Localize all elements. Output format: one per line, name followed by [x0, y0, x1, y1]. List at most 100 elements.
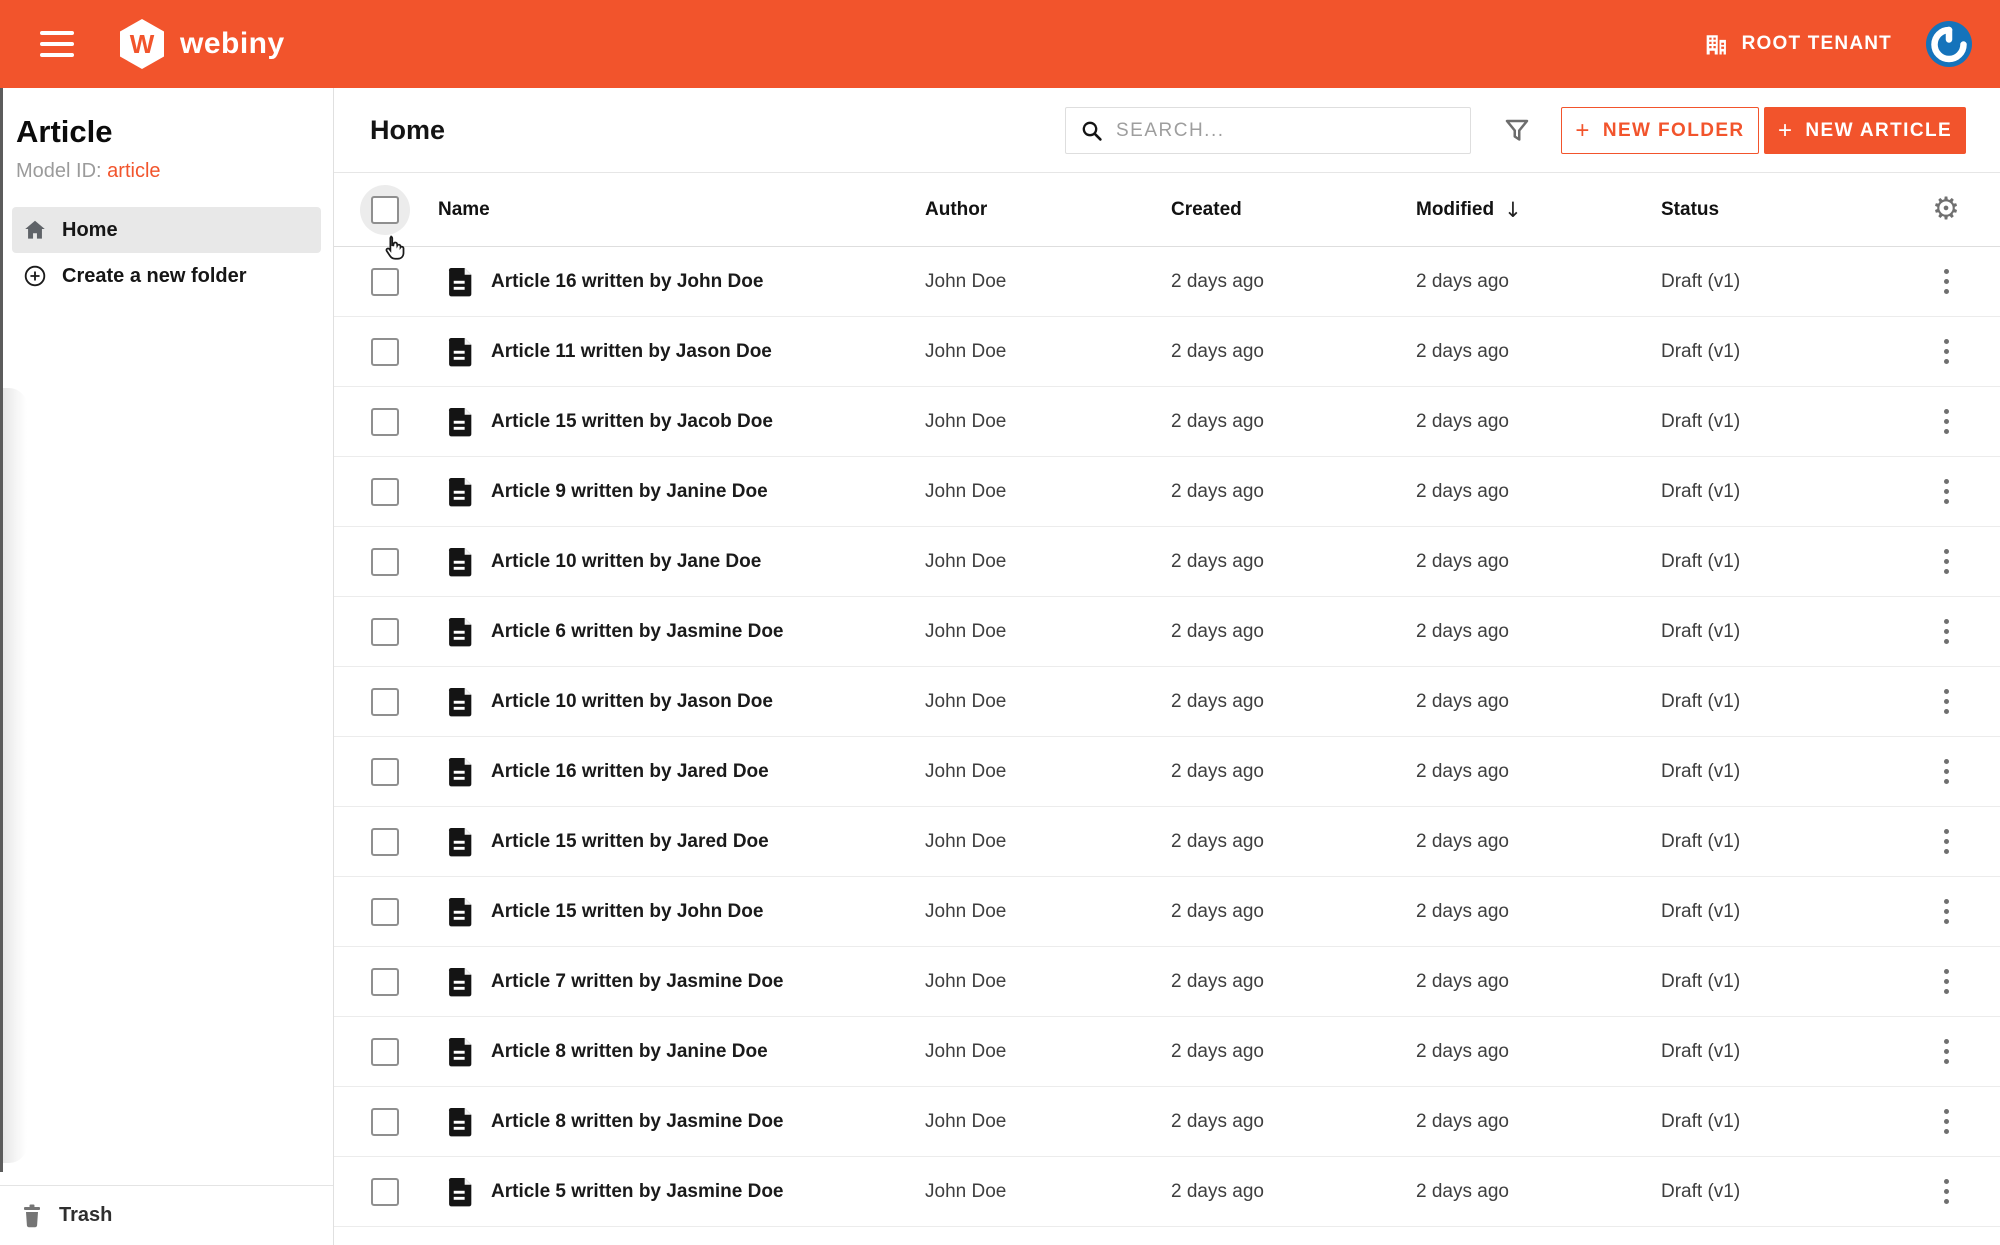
row-options-menu-button[interactable]	[1926, 262, 1966, 302]
user-avatar[interactable]	[1924, 19, 1974, 69]
hamburger-menu-icon[interactable]	[40, 31, 74, 57]
row-options-menu-button[interactable]	[1926, 752, 1966, 792]
entry-status: Draft (v1)	[1661, 760, 1741, 782]
new-folder-button[interactable]: + NEW FOLDER	[1561, 107, 1759, 154]
entry-author: John Doe	[925, 620, 1007, 642]
document-icon	[448, 757, 472, 786]
row-options-menu-button[interactable]	[1926, 1102, 1966, 1142]
row-options-menu-button[interactable]	[1926, 332, 1966, 372]
tenant-selector[interactable]: ROOT TENANT	[1702, 30, 1892, 58]
filter-button[interactable]	[1494, 108, 1540, 154]
entry-title: Article 10 written by Jane Doe	[491, 550, 762, 572]
entry-created: 2 days ago	[1171, 480, 1264, 502]
table-row[interactable]: Article 16 written by John Doe John Doe …	[334, 247, 2000, 317]
column-header-modified[interactable]: Modified ↓	[1414, 198, 1659, 222]
entry-modified: 2 days ago	[1416, 1040, 1509, 1062]
row-checkbox[interactable]	[371, 687, 399, 716]
row-options-menu-button[interactable]	[1926, 1172, 1966, 1212]
plus-icon: +	[1777, 116, 1794, 144]
plus-icon: +	[1575, 116, 1591, 144]
row-options-menu-button[interactable]	[1926, 402, 1966, 442]
sidebar-item-create-folder[interactable]: Create a new folder	[12, 253, 321, 299]
table-body: Article 16 written by John Doe John Doe …	[334, 247, 2000, 1227]
row-options-menu-button[interactable]	[1926, 542, 1966, 582]
table-settings-cell: ⚙	[1892, 194, 2000, 225]
row-options-menu-button[interactable]	[1926, 962, 1966, 1002]
search-input[interactable]	[1116, 119, 1456, 142]
model-id: Model ID: article	[16, 160, 317, 183]
folder-tree: Home Create a new folder	[0, 207, 333, 299]
row-options-menu-button[interactable]	[1926, 472, 1966, 512]
content-area: Home + NEW FOLDER	[334, 88, 2000, 1245]
row-checkbox[interactable]	[371, 757, 399, 786]
table-row[interactable]: Article 15 written by Jacob Doe John Doe…	[334, 387, 2000, 457]
new-article-button[interactable]: + NEW ARTICLE	[1764, 107, 1966, 154]
table-row[interactable]: Article 10 written by Jane Doe John Doe …	[334, 527, 2000, 597]
row-options-menu-button[interactable]	[1926, 612, 1966, 652]
entry-author: John Doe	[925, 1180, 1007, 1202]
table-row[interactable]: Article 15 written by Jared Doe John Doe…	[334, 807, 2000, 877]
row-checkbox[interactable]	[371, 407, 399, 436]
table-row[interactable]: Article 8 written by Jasmine Doe John Do…	[334, 1087, 2000, 1157]
search-box	[1065, 107, 1471, 154]
table-row[interactable]: Article 9 written by Janine Doe John Doe…	[334, 457, 2000, 527]
column-header-status[interactable]: Status	[1659, 199, 1892, 221]
entry-modified: 2 days ago	[1416, 1180, 1509, 1202]
table-row[interactable]: Article 11 written by Jason Doe John Doe…	[334, 317, 2000, 387]
row-checkbox[interactable]	[371, 267, 399, 296]
app-bar: W webiny ROOT TENANT	[0, 0, 2000, 88]
entry-created: 2 days ago	[1171, 410, 1264, 432]
page-title: Home	[370, 115, 446, 145]
entry-author: John Doe	[925, 830, 1007, 852]
row-checkbox[interactable]	[371, 967, 399, 996]
table-row[interactable]: Article 8 written by Janine Doe John Doe…	[334, 1017, 2000, 1087]
webiny-logo[interactable]: W webiny	[116, 16, 285, 72]
table-settings-gear-icon[interactable]: ⚙	[1932, 194, 1960, 225]
table-row[interactable]: Article 6 written by Jasmine Doe John Do…	[334, 597, 2000, 667]
row-checkbox[interactable]	[371, 477, 399, 506]
column-header-created[interactable]: Created	[1169, 199, 1414, 221]
row-checkbox[interactable]	[371, 897, 399, 926]
document-icon	[448, 267, 472, 296]
row-checkbox[interactable]	[371, 827, 399, 856]
select-all-checkbox[interactable]	[371, 195, 399, 224]
table-row[interactable]: Article 7 written by Jasmine Doe John Do…	[334, 947, 2000, 1017]
entry-title: Article 15 written by Jacob Doe	[491, 410, 773, 432]
row-checkbox[interactable]	[371, 547, 399, 576]
entry-modified: 2 days ago	[1416, 620, 1509, 642]
row-options-menu-button[interactable]	[1926, 682, 1966, 722]
table-row[interactable]: Article 16 written by Jared Doe John Doe…	[334, 737, 2000, 807]
table-row[interactable]: Article 15 written by John Doe John Doe …	[334, 877, 2000, 947]
column-header-author[interactable]: Author	[923, 199, 1169, 221]
entry-modified: 2 days ago	[1416, 550, 1509, 572]
new-folder-label: NEW FOLDER	[1602, 119, 1745, 141]
mouse-cursor-pointer	[385, 235, 405, 260]
entry-status: Draft (v1)	[1661, 900, 1741, 922]
row-checkbox[interactable]	[371, 337, 399, 366]
entry-modified: 2 days ago	[1416, 830, 1509, 852]
row-checkbox[interactable]	[371, 617, 399, 646]
row-checkbox[interactable]	[371, 1107, 399, 1136]
document-icon	[448, 477, 472, 506]
table-row[interactable]: Article 5 written by Jasmine Doe John Do…	[334, 1157, 2000, 1227]
row-options-menu-button[interactable]	[1926, 1032, 1966, 1072]
column-header-name[interactable]: Name	[436, 199, 923, 221]
entry-title: Article 7 written by Jasmine Doe	[491, 970, 784, 992]
row-checkbox[interactable]	[371, 1037, 399, 1066]
document-icon	[448, 617, 472, 646]
row-options-menu-button[interactable]	[1926, 892, 1966, 932]
table-row[interactable]: Article 10 written by Jason Doe John Doe…	[334, 667, 2000, 737]
row-checkbox[interactable]	[371, 1177, 399, 1206]
entry-modified: 2 days ago	[1416, 480, 1509, 502]
sidebar-item-home[interactable]: Home	[12, 207, 321, 253]
entry-title: Article 15 written by John Doe	[491, 900, 764, 922]
entry-status: Draft (v1)	[1661, 690, 1741, 712]
document-icon	[448, 687, 472, 716]
entry-title: Article 10 written by Jason Doe	[491, 690, 773, 712]
trash-button[interactable]: Trash	[0, 1185, 333, 1245]
new-article-label: NEW ARTICLE	[1805, 119, 1953, 141]
document-icon	[448, 1107, 472, 1136]
document-icon	[448, 897, 472, 926]
row-options-menu-button[interactable]	[1926, 822, 1966, 862]
entry-created: 2 days ago	[1171, 340, 1264, 362]
